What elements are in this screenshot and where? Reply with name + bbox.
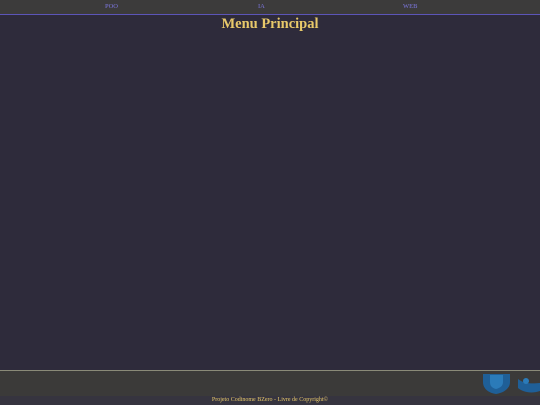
nav-link-poo[interactable]: POO (105, 0, 118, 14)
footer-copyright: Projeto Codinome BZero - Livre de Copyri… (0, 396, 540, 405)
top-navigation: POO IA WEB (0, 0, 540, 15)
blue-shield-logo-icon (483, 374, 540, 394)
page-title: Menu Principal (221, 16, 319, 32)
footer-bar (0, 370, 540, 398)
nav-link-ia[interactable]: IA (258, 0, 265, 14)
page: POO IA WEB Menu Principal Projeto Codino… (0, 0, 540, 405)
nav-link-web[interactable]: WEB (403, 0, 417, 14)
